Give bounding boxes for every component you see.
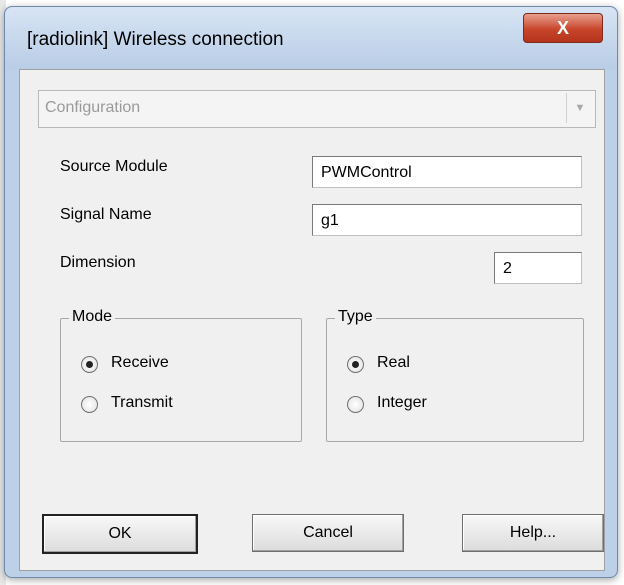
source-module-field[interactable]: PWMControl: [312, 156, 582, 188]
help-button[interactable]: Help...: [462, 514, 604, 552]
radio-selected-dot: [352, 361, 359, 368]
dimension-field[interactable]: 2: [494, 252, 582, 284]
mode-legend: Mode: [69, 308, 116, 326]
window-title: [radiolink] Wireless connection: [27, 29, 284, 50]
type-group: Type Real Integer: [326, 308, 584, 442]
receive-label[interactable]: Receive: [111, 354, 169, 372]
real-radio[interactable]: [347, 356, 364, 373]
radio-selected-dot: [86, 361, 93, 368]
title-bar: [radiolink] Wireless connection X: [5, 7, 617, 69]
ok-button[interactable]: OK: [42, 514, 198, 554]
transmit-label[interactable]: Transmit: [111, 394, 173, 412]
integer-label[interactable]: Integer: [377, 394, 427, 412]
receive-radio[interactable]: [81, 356, 98, 373]
close-button[interactable]: X: [523, 13, 603, 43]
integer-radio[interactable]: [347, 396, 364, 413]
dialog-window: [radiolink] Wireless connection X Config…: [4, 6, 618, 578]
type-legend: Type: [335, 308, 376, 326]
dimension-label: Dimension: [60, 254, 136, 271]
chevron-down-icon[interactable]: ▼: [566, 93, 593, 123]
cancel-button[interactable]: Cancel: [252, 514, 404, 552]
signal-name-field[interactable]: g1: [312, 204, 582, 236]
real-label[interactable]: Real: [377, 354, 410, 372]
dialog-body: Configuration ▼ Source Module PWMControl…: [19, 69, 605, 571]
configuration-select[interactable]: Configuration ▼: [38, 90, 596, 128]
transmit-radio[interactable]: [81, 396, 98, 413]
source-module-label: Source Module: [60, 158, 168, 175]
signal-name-label: Signal Name: [60, 206, 152, 223]
mode-group: Mode Receive Transmit: [60, 308, 302, 442]
configuration-select-value: Configuration: [45, 99, 141, 116]
